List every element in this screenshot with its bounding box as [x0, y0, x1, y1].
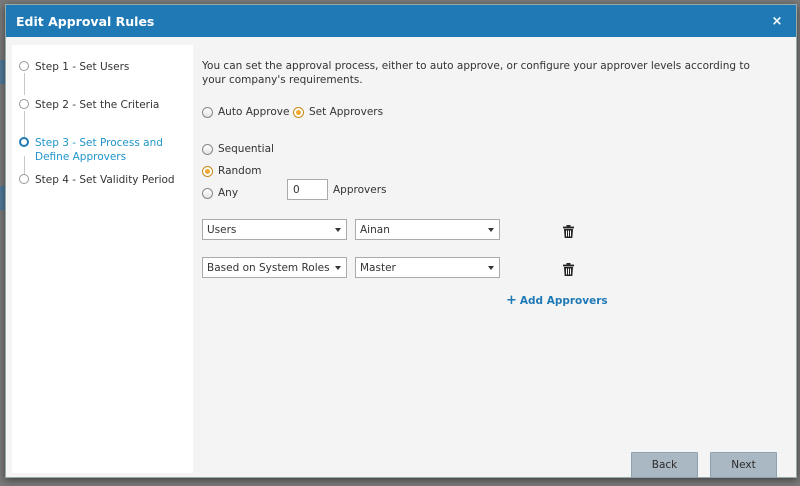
next-button[interactable]: Next	[710, 452, 777, 478]
radio-set-approvers[interactable]: Set Approvers	[293, 106, 383, 118]
step-1-indicator	[19, 61, 29, 71]
intro-text: You can set the approval process, either…	[202, 60, 750, 86]
step-1-label: Step 1 - Set Users	[35, 61, 130, 73]
radio-any-label: Any	[218, 187, 239, 199]
step-4-label: Step 4 - Set Validity Period	[35, 174, 175, 186]
radio-auto-approve-circle	[202, 106, 213, 118]
radio-auto-approve[interactable]: Auto Approve	[202, 106, 289, 118]
caret-down-icon	[488, 228, 494, 232]
step-connector	[23, 156, 25, 175]
radio-random-label: Random	[218, 165, 262, 177]
close-icon[interactable]: ×	[770, 14, 784, 29]
approver-type-select-1[interactable]: Users	[202, 219, 347, 240]
step-2-label: Step 2 - Set the Criteria	[35, 99, 160, 111]
approver-value-select-1[interactable]: Ainan	[355, 219, 500, 240]
back-button[interactable]: Back	[631, 452, 698, 478]
caret-down-icon	[335, 266, 341, 270]
trash-icon[interactable]	[563, 225, 574, 238]
approvers-content: You can set the approval process, either…	[201, 37, 796, 478]
edit-approval-rules-modal: Edit Approval Rules × Step 1 - Set Users…	[5, 4, 797, 478]
caret-down-icon	[335, 228, 341, 232]
modal-body: Step 1 - Set Users Step 2 - Set the Crit…	[6, 37, 796, 478]
step-connector	[23, 111, 25, 140]
approver-type-select-2[interactable]: Based on System Roles	[202, 257, 347, 278]
step-4-indicator	[19, 174, 29, 184]
radio-sequential-label: Sequential	[218, 143, 274, 155]
step-connector	[23, 73, 25, 95]
radio-set-approvers-label: Set Approvers	[309, 106, 384, 118]
radio-set-approvers-circle	[293, 106, 304, 118]
radio-auto-approve-label: Auto Approve	[218, 106, 290, 118]
any-approvers-suffix: Approvers	[333, 184, 387, 196]
steps-sidebar: Step 1 - Set Users Step 2 - Set the Crit…	[12, 45, 193, 473]
radio-any[interactable]: Any	[202, 187, 238, 199]
any-approvers-count-input[interactable]	[287, 179, 328, 200]
step-3-label: Step 3 - Set Process and Define Approver…	[35, 137, 163, 163]
add-approvers-button[interactable]: + Add Approvers	[506, 293, 608, 308]
approver-value-1: Ainan	[360, 223, 390, 236]
modal-header: Edit Approval Rules ×	[6, 5, 796, 37]
radio-sequential-circle	[202, 143, 213, 155]
modal-title: Edit Approval Rules	[16, 13, 155, 29]
approver-value-2: Master	[360, 261, 396, 274]
step-2-indicator	[19, 99, 29, 109]
radio-any-circle	[202, 187, 213, 199]
plus-icon: +	[506, 293, 517, 308]
radio-random-circle	[202, 165, 213, 177]
radio-sequential[interactable]: Sequential	[202, 143, 274, 155]
add-approvers-label: Add Approvers	[519, 295, 608, 307]
approver-value-select-2[interactable]: Master	[355, 257, 500, 278]
caret-down-icon	[488, 266, 494, 270]
approver-type-value-1: Users	[207, 223, 237, 236]
trash-icon[interactable]	[563, 263, 574, 276]
approver-type-value-2: Based on System Roles	[207, 261, 330, 274]
radio-random[interactable]: Random	[202, 165, 261, 177]
step-3-indicator	[19, 137, 29, 147]
